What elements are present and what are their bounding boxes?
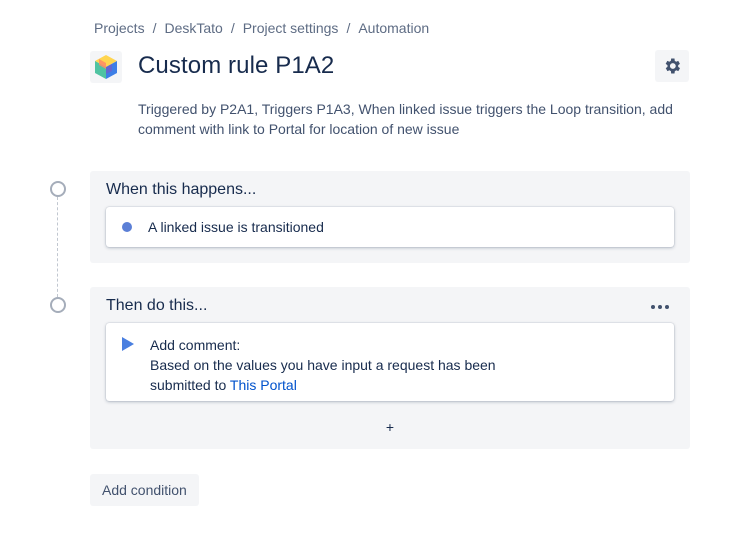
- more-dots-icon: [651, 305, 655, 309]
- trigger-card[interactable]: A linked issue is transitioned: [106, 207, 674, 247]
- breadcrumb-projects[interactable]: Projects: [94, 20, 145, 36]
- breadcrumb-separator: /: [152, 20, 157, 36]
- action-body: Based on the values you have input a req…: [150, 357, 496, 373]
- trigger-section-title: When this happens...: [106, 181, 257, 198]
- breadcrumb-separator: /: [230, 20, 235, 36]
- trigger-node-icon: [50, 181, 66, 197]
- portal-link[interactable]: This Portal: [230, 377, 297, 393]
- breadcrumb: Projects / DeskTato / Project settings /…: [94, 20, 429, 36]
- trigger-section: When this happens... A linked issue is t…: [90, 171, 690, 263]
- cube-icon: [90, 51, 122, 83]
- action-title: Add comment:: [150, 337, 241, 353]
- action-section: Then do this... Add comment: Based on th…: [90, 287, 690, 449]
- add-action-button[interactable]: +: [380, 417, 400, 437]
- trigger-label: A linked issue is transitioned: [148, 219, 324, 235]
- action-node-icon: [50, 297, 66, 313]
- gear-icon: [665, 58, 680, 74]
- action-section-title: Then do this...: [106, 297, 208, 314]
- breadcrumb-automation[interactable]: Automation: [358, 20, 429, 36]
- action-card[interactable]: Add comment: Based on the values you hav…: [106, 323, 674, 401]
- action-content: Add comment: Based on the values you hav…: [150, 335, 496, 395]
- more-options-button[interactable]: [646, 297, 674, 317]
- breadcrumb-separator: /: [346, 20, 351, 36]
- play-icon: [122, 337, 134, 351]
- add-condition-button[interactable]: Add condition: [90, 474, 199, 506]
- action-body-line2: submitted to This Portal: [150, 377, 297, 393]
- breadcrumb-project[interactable]: DeskTato: [164, 20, 222, 36]
- rule-description: Triggered by P2A1, Triggers P1A3, When l…: [138, 101, 673, 137]
- timeline-connector: [57, 197, 58, 297]
- page-title: Custom rule P1A2: [138, 52, 335, 79]
- breadcrumb-project-settings[interactable]: Project settings: [243, 20, 339, 36]
- trigger-dot-icon: [122, 222, 132, 232]
- settings-button[interactable]: [655, 50, 689, 82]
